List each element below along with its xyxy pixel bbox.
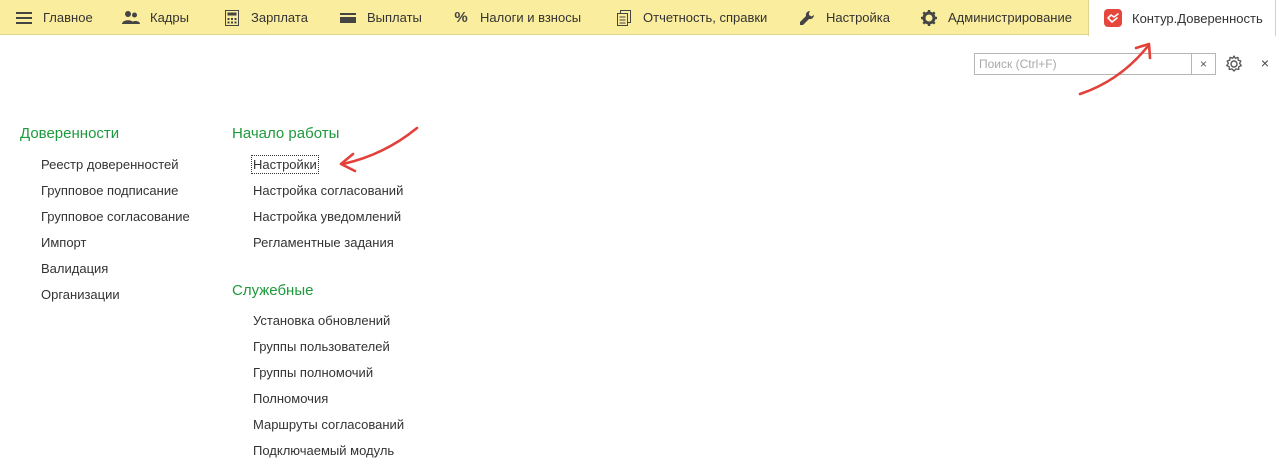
link-group-signing[interactable]: Групповое подписание	[41, 183, 178, 198]
section-tab-label: Контур.Доверенность	[1132, 10, 1263, 26]
kontur-logo-icon	[1103, 8, 1123, 28]
percent-icon: %	[454, 9, 468, 26]
section-tab-label: Кадры	[150, 10, 189, 25]
link-group-approval[interactable]: Групповое согласование	[41, 209, 190, 224]
link-notification-settings[interactable]: Настройка уведомлений	[253, 209, 401, 224]
section-tab-label: Отчетность, справки	[643, 10, 768, 25]
settings-gear-icon[interactable]	[1224, 54, 1244, 74]
section-tab-settings[interactable]: Настройка	[797, 0, 890, 35]
section-tab-taxes[interactable]: % Налоги и взносы	[451, 0, 581, 35]
link-authorities[interactable]: Полномочия	[253, 391, 328, 406]
section-tab-label: Налоги и взносы	[480, 10, 582, 25]
link-import[interactable]: Импорт	[41, 235, 86, 250]
group-title-service: Служебные	[232, 282, 314, 299]
link-approval-routes[interactable]: Маршруты согласований	[253, 417, 404, 432]
calculator-icon	[222, 8, 242, 28]
section-tab-label: Выплаты	[367, 10, 422, 25]
users-icon	[121, 8, 141, 28]
link-poa-registry[interactable]: Реестр доверенностей	[41, 157, 179, 172]
search-clear-button[interactable]: ×	[1192, 53, 1216, 75]
wrench-icon	[797, 8, 817, 28]
group-title-poa: Доверенности	[20, 125, 120, 142]
link-settings[interactable]: Настройки	[251, 155, 319, 174]
section-tab-kontur-poa[interactable]: Контур.Доверенность	[1088, 0, 1276, 36]
section-tab-label: Администрирование	[948, 10, 1072, 25]
link-organizations[interactable]: Организации	[41, 287, 120, 302]
link-user-groups[interactable]: Группы пользователей	[253, 339, 390, 354]
close-icon[interactable]: ×	[1258, 56, 1272, 70]
section-tab-label: Зарплата	[251, 10, 308, 25]
section-tab-payments[interactable]: Выплаты	[338, 0, 422, 35]
section-tab-staff[interactable]: Кадры	[121, 0, 189, 35]
section-tab-label: Настройка	[826, 10, 890, 25]
link-install-updates[interactable]: Установка обновлений	[253, 313, 390, 328]
link-scheduled-jobs[interactable]: Регламентные задания	[253, 235, 394, 250]
section-tab-salary[interactable]: Зарплата	[222, 0, 308, 35]
link-approval-settings[interactable]: Настройка согласований	[253, 183, 403, 198]
link-validation[interactable]: Валидация	[41, 261, 108, 276]
gear-icon	[919, 8, 939, 28]
section-tab-reports[interactable]: Отчетность, справки	[614, 0, 767, 35]
section-tab-admin[interactable]: Администрирование	[919, 0, 1072, 35]
section-tab-label: Главное	[43, 10, 93, 25]
link-authority-groups[interactable]: Группы полномочий	[253, 365, 373, 380]
wallet-icon	[338, 8, 358, 28]
section-tab-main[interactable]: Главное	[14, 0, 93, 35]
search-input[interactable]	[974, 53, 1192, 75]
menu-icon	[14, 8, 34, 28]
group-title-start: Начало работы	[232, 125, 340, 142]
annotation-arrow-to-settings	[339, 126, 419, 173]
documents-icon	[614, 8, 634, 28]
link-plugin-module[interactable]: Подключаемый модуль	[253, 443, 394, 458]
sections-bar: Главное Кадры Зарплата Выплаты % Налоги …	[0, 0, 1276, 36]
